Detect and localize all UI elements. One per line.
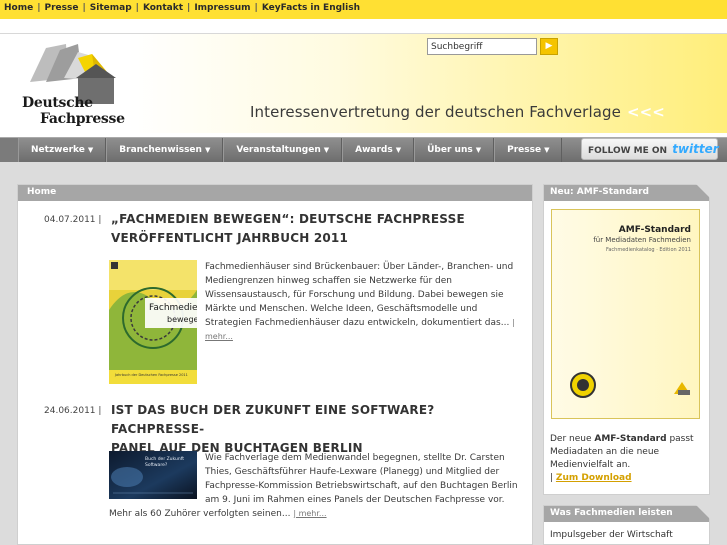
article-title[interactable]: „FACHMEDIEN BEWEGEN“: DEUTSCHE FACHPRESS… [111,210,521,248]
logo-text-line2: Fachpresse [40,111,125,127]
nav-label: Veranstaltungen [236,145,321,155]
sidebar-box-title: Was Fachmedien leisten [544,506,709,522]
topnav-presse[interactable]: Presse [45,3,79,13]
sidebar-text: Impulsgeber der Wirtschaft [550,530,673,540]
nav-item-awards[interactable]: Awards ▼ [342,138,415,162]
text-bold: AMF-Standard [594,434,667,444]
caret-down-icon: ▼ [87,146,94,154]
breadcrumb: Home [18,185,532,201]
topnav-sitemap[interactable]: Sitemap [90,3,132,13]
separator: | [550,473,554,483]
article-teaser: Fachmedienhäuser sind Brückenbauer: Über… [205,260,523,344]
caret-down-icon: ▼ [544,146,550,154]
corner-fold [696,505,710,519]
thumb-caption: Jahrbuch der Deutschen Fachpresse 2011 [115,373,188,377]
tagline: Interessenvertretung der deutschen Fachv… [250,103,665,121]
article-teaser-line: Mehr als 60 Zuhörer verfolgten seinen... [109,509,291,519]
tagline-arrows: <<< [626,103,665,121]
article-thumbnail-buchtage[interactable]: Buch der Zukunft Software? [109,451,197,499]
article-teaser-line: Thies, Geschäftsführer Haufe-Lexware (Pl… [205,467,500,477]
nav-item-branchenwissen[interactable]: Branchenwissen ▼ [106,138,224,162]
arrow-right-icon: ▶ [545,41,553,51]
article-title-line: „FACHMEDIEN BEWEGEN“: DEUTSCHE FACHPRESS… [111,212,465,226]
nav-item-presse[interactable]: Presse ▼ [494,138,563,162]
follow-twitter-button[interactable]: FOLLOW ME ON twitter [581,138,719,160]
article-title[interactable]: IST DAS BUCH DER ZUKUNFT EINE SOFTWARE? … [111,401,521,458]
article-title-line: IST DAS BUCH DER ZUKUNFT EINE SOFTWARE? … [111,403,435,436]
main-content: Home 04.07.2011 | „FACHMEDIEN BEWEGEN“: … [17,184,533,545]
nav-label: Netzwerke [31,145,85,155]
article-date: 24.06.2011 | [44,406,102,416]
nav-label: Awards [355,145,393,155]
sidebar-text: Der neue AMF-Standard passt Mediadaten a… [550,433,705,485]
text-fragment: Der neue [550,434,595,444]
caret-down-icon: ▼ [395,146,402,154]
publisher-logo-icon [674,382,690,395]
sidebar-box-title: Neu: AMF-Standard [544,185,709,201]
separator: | [187,3,191,13]
topnav-kontakt[interactable]: Kontakt [143,3,183,13]
download-link[interactable]: Zum Download [556,473,632,483]
article-teaser-line: Wie Fachverlage dem Medienwandel begegne… [205,453,505,463]
article-teaser: Wie Fachverlage dem Medienwandel begegne… [205,451,523,507]
cover-small-text: Fachmedienkatalog · Edition 2011 [605,247,691,253]
article-teaser-line: am 9. Juni im Rahmen eines Panels der De… [205,495,505,505]
search-input[interactable] [427,38,537,55]
cover-title: AMF-Standard [618,225,691,235]
article-thumbnail-jahrbuch[interactable]: Fachmedien bewegen Jahrbuch der Deutsche… [109,260,197,384]
nav-label: Über uns [427,145,473,155]
logo-text-line1: Deutsche [22,95,93,111]
sidebar-amf-box: Neu: AMF-Standard AMF-Standard für Media… [543,184,710,495]
thumb-title: bewegen [167,315,197,324]
topnav-impressum[interactable]: Impressum [194,3,250,13]
separator: | [82,3,86,13]
nav-label: Branchenwissen [119,145,202,155]
follow-label: FOLLOW ME ON [588,146,668,156]
cover-subtitle: für Mediadaten Fachmedien [593,236,691,244]
read-more-link[interactable]: | mehr... [293,509,326,518]
twitter-logo-icon: twitter [672,142,719,156]
nav-label: Presse [507,145,542,155]
separator: | [254,3,258,13]
main-nav-list: Netzwerke ▼ Branchenwissen ▼ Veranstaltung… [18,138,563,162]
separator: | [135,3,139,13]
top-bar: Home | Presse | Sitemap | Kontakt | Impressum | Ke… [0,0,727,19]
article-teaser-text: Fachmedienhäuser sind Brückenbauer: Über… [205,262,514,328]
article-teaser-tail: Mehr als 60 Zuhörer verfolgten seinen...… [109,507,519,521]
caret-down-icon: ▼ [204,146,211,154]
caret-down-icon: ▼ [323,146,330,154]
nav-item-veranstaltungen[interactable]: Veranstaltungen ▼ [223,138,343,162]
sidebar-leistung-box: Was Fachmedien leisten Impulsgeber der W… [543,505,710,545]
thumb-title: Fachmedien [149,303,197,313]
nav-item-ueber-uns[interactable]: Über uns ▼ [414,138,495,162]
header: Deutsche Fachpresse Interessenvertretung… [0,33,727,133]
search-button[interactable]: ▶ [540,38,558,55]
amf-standard-cover[interactable]: AMF-Standard für Mediadaten Fachmedien F… [551,209,700,419]
thumb-title: Buch der Zukunft Software? [145,457,184,468]
article-teaser-line: Fachpresse-Kommission Betriebswirtschaft… [205,481,518,491]
seal-icon [570,372,596,398]
tagline-text: Interessenvertretung der deutschen Fachv… [250,103,621,121]
separator: | [37,3,41,13]
article-title-line: VERÖFFENTLICHT JAHRBUCH 2011 [111,231,349,245]
nav-item-netzwerke[interactable]: Netzwerke ▼ [18,138,107,162]
corner-fold [696,184,710,198]
article-date: 04.07.2011 | [44,215,102,225]
nav-left-cap [0,138,18,162]
logo[interactable]: Deutsche Fachpresse [8,38,126,130]
topnav-home[interactable]: Home [4,3,33,13]
breadcrumb-home[interactable]: Home [27,187,56,197]
caret-down-icon: ▼ [475,146,482,154]
top-nav: Home | Presse | Sitemap | Kontakt | Impressum | Ke… [4,3,360,13]
topnav-keyfacts[interactable]: KeyFacts in English [262,3,360,13]
